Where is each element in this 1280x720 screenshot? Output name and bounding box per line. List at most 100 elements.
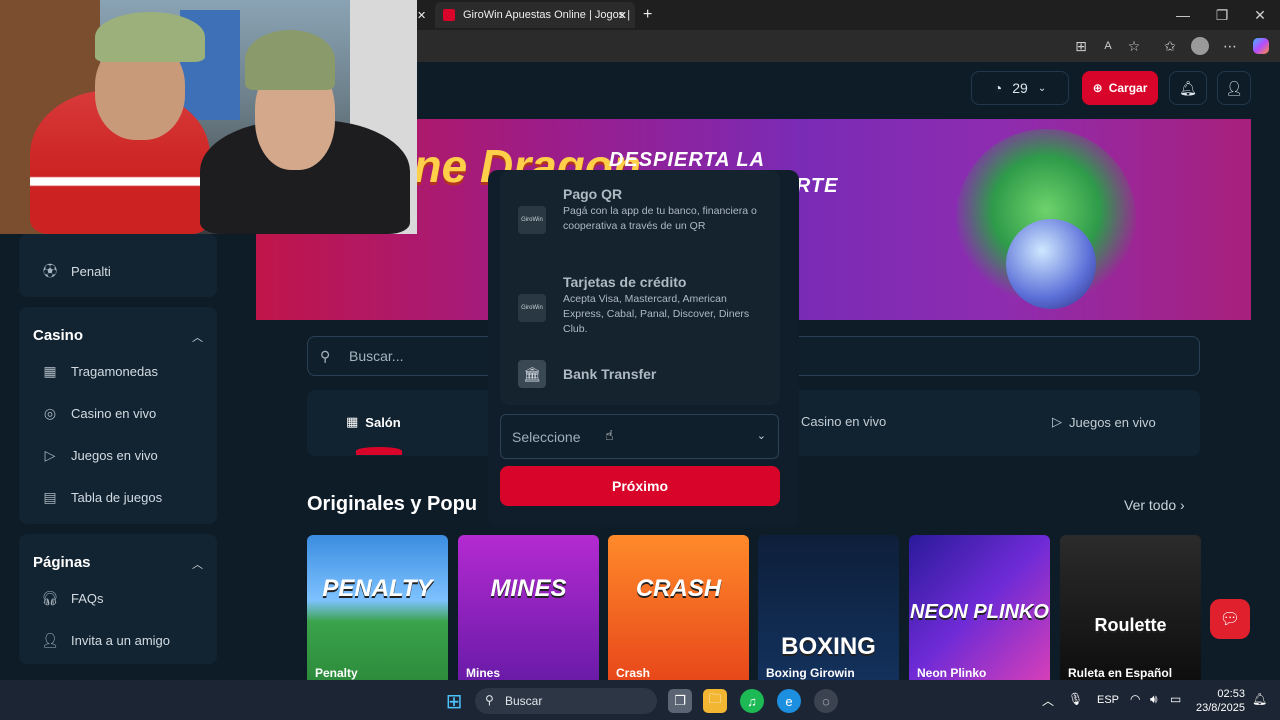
tab-juegos-en-vivo[interactable]: ▷ Juegos en vivo <box>1052 414 1156 430</box>
payment-description: Pagá con la app de tu banco, financiera … <box>563 205 757 232</box>
notifications-button[interactable]: 🔔︎ <box>1169 71 1207 105</box>
system-clock[interactable]: 02:53 23/8/2025 <box>1196 687 1245 715</box>
sidebar-item-tabla-de-juegos[interactable]: ▤ Tabla de juegos <box>41 488 162 506</box>
read-aloud-icon[interactable]: A <box>1097 35 1119 57</box>
cursor-hand-icon: ☝︎ <box>605 427 614 443</box>
tab-close-icon[interactable]: ✕ <box>417 2 435 28</box>
sidebar-item-faqs[interactable]: 🎧︎ FAQs <box>41 589 104 607</box>
user-button[interactable]: 👤︎ <box>1217 71 1251 105</box>
game-art-text: Roulette <box>1094 615 1167 635</box>
chevron-down-icon: ⌄ <box>1037 82 1047 94</box>
microphone-icon[interactable]: 🎙︎ <box>1068 692 1083 706</box>
payment-option-qr[interactable]: GiroWin Pago QR Pagá con la app de tu ba… <box>518 184 768 254</box>
sidebar-paginas-card: Páginas ︿ 🎧︎ FAQs 👤︎ Invita a un amigo <box>19 534 217 664</box>
chips-icon: ◎ <box>43 404 57 421</box>
sidebar-item-label: Juegos en vivo <box>71 447 158 463</box>
sidebar-item-invita[interactable]: 👤︎ Invita a un amigo <box>41 631 170 649</box>
game-label: Boxing Girowin <box>766 666 855 680</box>
headset-icon: 🎧︎ <box>41 589 59 606</box>
sidebar-item-tragamonedas[interactable]: ▦ Tragamonedas <box>41 362 158 380</box>
bell-icon: 🔔︎ <box>1179 79 1197 96</box>
task-view-icon[interactable]: ❐ <box>668 689 692 713</box>
game-card-boxing[interactable]: BOXING Boxing Girowin <box>758 535 899 680</box>
game-card-penalty[interactable]: PENALTY Penalty <box>307 535 448 680</box>
game-card-crash[interactable]: CRASH Crash <box>608 535 749 680</box>
table-icon: ▤ <box>43 488 57 505</box>
sidebar-item-juegos-en-vivo[interactable]: ▷ Juegos en vivo <box>41 446 158 464</box>
payment-option-card[interactable]: GiroWin Tarjetas de crédito Acepta Visa,… <box>518 272 768 342</box>
favorites-icon[interactable]: ✩ <box>1159 35 1181 57</box>
chevron-down-icon: ⌄ <box>756 430 766 442</box>
sidebar-item-penalti[interactable]: ⚽︎ Penalti <box>41 262 111 280</box>
battery-icon[interactable]: ▭ <box>1170 692 1181 706</box>
search-icon: ⚲ <box>320 348 331 364</box>
windows-start-icon[interactable]: ⊞ <box>442 689 466 713</box>
see-all-link[interactable]: Ver todo › <box>1124 497 1185 513</box>
girowin-logo-icon: GiroWin <box>518 294 546 322</box>
game-label: Crash <box>616 666 651 680</box>
more-menu-icon[interactable]: ⋯ <box>1219 35 1241 57</box>
tab-title: GiroWin Apuestas Online | Jogos | <box>463 9 631 21</box>
payment-description: Acepta Visa, Mastercard, American Expres… <box>563 293 750 335</box>
game-art-text: NEON PLINKO <box>910 601 1049 623</box>
game-label: Penalty <box>315 666 358 680</box>
taskbar-search-placeholder: Buscar <box>505 694 543 708</box>
chevron-right-icon: › <box>1180 497 1185 513</box>
sidebar-item-label: Penalti <box>71 263 111 279</box>
app-icon[interactable]: ◌ <box>814 689 838 713</box>
cargar-button[interactable]: ⊕ Cargar <box>1082 71 1158 105</box>
game-label: Ruleta en Español <box>1068 666 1173 680</box>
person-left-cap <box>95 12 205 62</box>
game-card-neon-plinko[interactable]: NEON PLINKO Neon Plinko <box>909 535 1050 680</box>
webcam-overlay <box>0 0 417 234</box>
game-card-roulette[interactable]: Roulette Ruleta en Español <box>1060 535 1201 680</box>
balance-selector[interactable]: ◔ 29 ⌄ <box>971 71 1069 105</box>
sidebar-item-casino-en-vivo[interactable]: ◎ Casino en vivo <box>41 404 156 422</box>
sidebar-paginas-title[interactable]: Páginas <box>33 554 91 571</box>
section-title: Originales y Popu <box>307 493 478 515</box>
taskbar-search[interactable]: ⚲ Buscar <box>475 688 657 714</box>
notification-bell-icon[interactable]: 🔔︎ <box>1252 692 1267 706</box>
sidebar-item-label: FAQs <box>71 590 104 606</box>
favorite-star-icon[interactable]: ☆ <box>1123 35 1145 57</box>
person-right-cap <box>245 30 335 90</box>
tab-salon[interactable]: ▦ Salón <box>346 414 401 430</box>
apps-icon[interactable]: ⊞ <box>1070 35 1092 57</box>
payment-option-bank[interactable]: 🏛︎ Bank Transfer <box>518 356 768 390</box>
tab-label: Salón <box>365 414 401 430</box>
chat-icon: 💬︎ <box>1219 611 1241 628</box>
game-art-text: PENALTY <box>322 575 433 602</box>
game-label: Neon Plinko <box>917 666 987 680</box>
browser-tab[interactable]: GiroWin Apuestas Online | Jogos | ✕ <box>435 2 635 28</box>
restore-icon[interactable]: ❐ <box>1211 4 1233 26</box>
payment-title: Pago QR <box>563 186 623 202</box>
file-explorer-icon[interactable]: 🗀︎ <box>703 689 727 713</box>
profile-avatar[interactable] <box>1189 35 1211 57</box>
chevron-up-icon[interactable]: ︿ <box>192 329 203 345</box>
edge-icon[interactable]: e <box>777 689 801 713</box>
payment-select[interactable]: Seleccione ⌄ ☝︎ <box>500 414 779 459</box>
next-button[interactable]: Próximo <box>500 466 780 506</box>
coin-icon: ◔ <box>993 80 1003 96</box>
tab-label: Casino en vivo <box>801 414 887 429</box>
sidebar-casino-title[interactable]: Casino <box>33 327 83 344</box>
volume-icon[interactable]: 🔊︎ <box>1150 692 1158 707</box>
balance-value: 29 <box>1012 80 1028 96</box>
sidebar-item-label: Casino en vivo <box>71 405 157 421</box>
game-card-mines[interactable]: MINES Mines <box>458 535 599 680</box>
spotify-icon[interactable]: ♫ <box>740 689 764 713</box>
close-icon[interactable]: ✕ <box>1249 4 1271 26</box>
tab-close-icon[interactable]: ✕ <box>618 9 627 22</box>
chevron-up-icon[interactable]: ︿ <box>192 556 203 572</box>
game-art-text: BOXING <box>781 633 876 660</box>
wifi-icon[interactable]: ◠ <box>1130 692 1140 706</box>
grid-icon: ▦ <box>43 362 57 379</box>
clock-date: 23/8/2025 <box>1196 702 1245 714</box>
language-indicator[interactable]: ESP <box>1097 694 1119 706</box>
chat-button[interactable]: 💬︎ <box>1210 599 1250 639</box>
new-tab-button[interactable]: + <box>643 2 659 28</box>
tray-chevron-icon[interactable]: ︿ <box>1042 692 1054 709</box>
tab-casino-en-vivo[interactable]: Casino en vivo <box>801 414 886 429</box>
copilot-icon[interactable] <box>1250 35 1272 57</box>
minimize-icon[interactable]: — <box>1172 4 1194 26</box>
